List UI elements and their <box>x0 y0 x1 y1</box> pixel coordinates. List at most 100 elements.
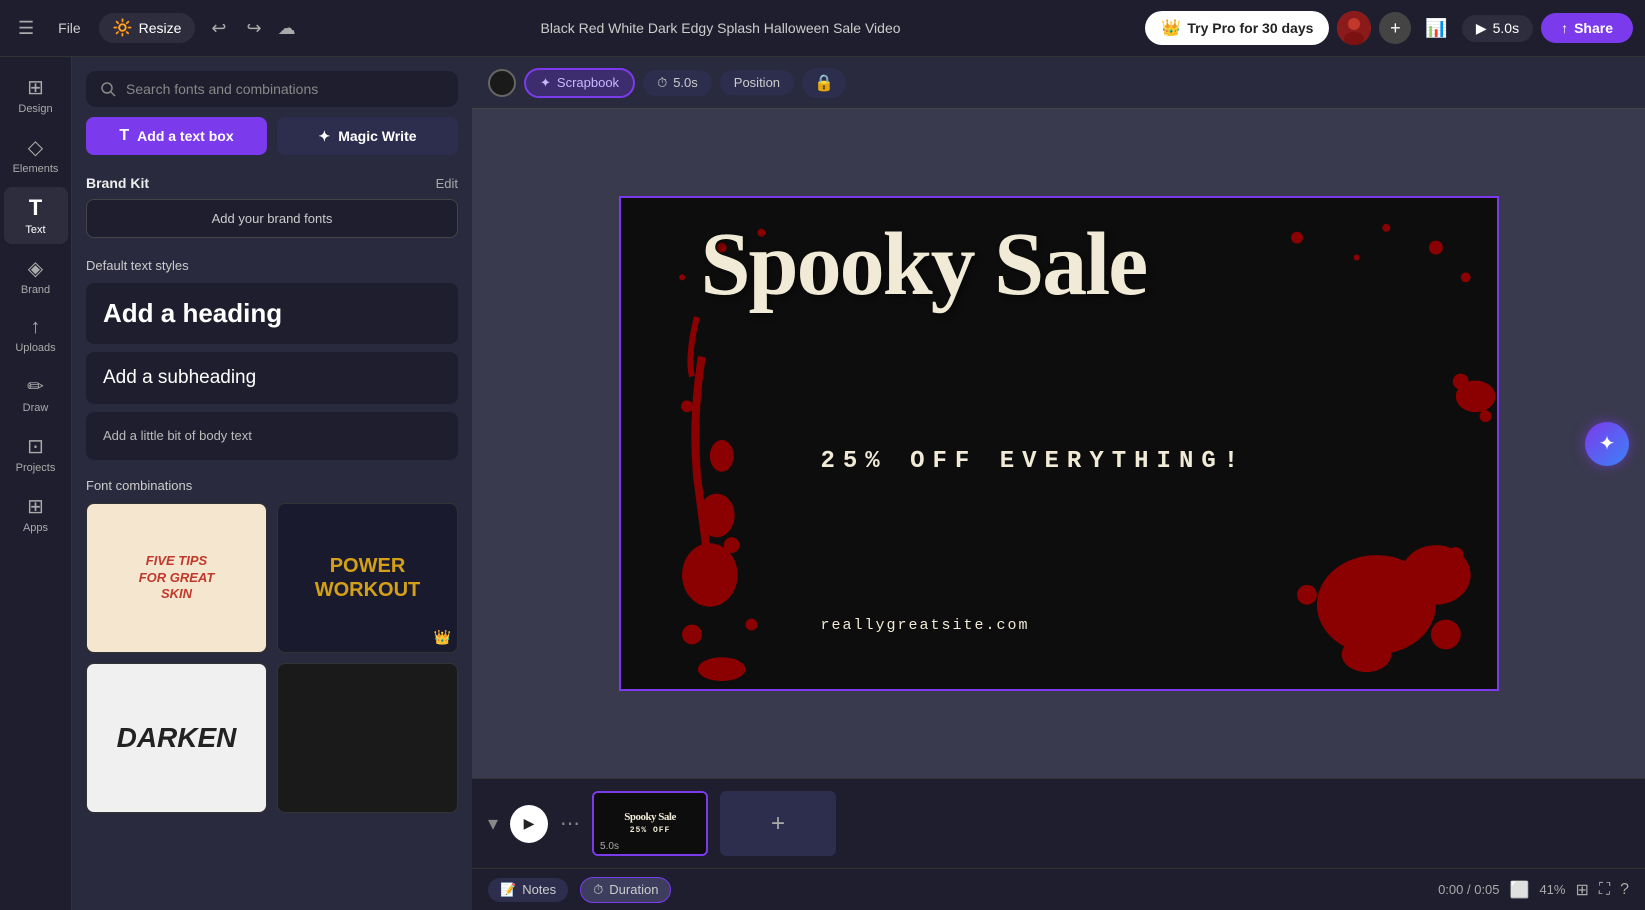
magic-write-label: Magic Write <box>338 128 416 144</box>
sidebar-item-design[interactable]: ⊞ Design <box>4 67 68 123</box>
canvas-area: ✦ Scrapbook ⏱ 5.0s Position 🔒 <box>472 57 1645 910</box>
chart-icon[interactable]: 📊 <box>1419 12 1453 45</box>
add-slide-button[interactable]: + <box>720 791 836 856</box>
heading-style-item[interactable]: Add a heading <box>86 283 458 344</box>
slide-time-label: 5.0s <box>600 841 619 852</box>
notes-button[interactable]: 📝 Notes <box>488 878 568 902</box>
sidebar-item-elements[interactable]: ◇ Elements <box>4 127 68 183</box>
draw-icon: ✏ <box>27 374 44 399</box>
font-combo-4[interactable] <box>277 663 458 813</box>
color-picker[interactable] <box>488 69 516 97</box>
crown-icon: 👑 <box>1161 18 1181 38</box>
ai-magic-button[interactable]: ✦ <box>1585 422 1629 466</box>
sidebar-item-label-text: Text <box>25 224 45 236</box>
time-button[interactable]: ⏱ 5.0s <box>643 70 712 96</box>
filmstrip-hide-btn[interactable]: ⋯ <box>560 811 580 836</box>
slide-mini-title: Spooky Sale25% OFF <box>624 811 676 836</box>
lock-icon: 🔒 <box>814 73 834 93</box>
notes-icon: 📝 <box>500 882 516 898</box>
spooky-title: Spooky Sale <box>701 218 1477 313</box>
font-combo-2-text: POWERWORKOUT <box>315 554 421 602</box>
redo-button[interactable]: ↪ <box>239 14 270 43</box>
zoom-level: 41% <box>1539 882 1565 897</box>
filmstrip-collapse-icon[interactable]: ▾ <box>488 811 498 836</box>
url-text: reallygreatsite.com <box>821 617 1030 634</box>
text-box-icon: T <box>119 127 129 145</box>
share-icon: ↑ <box>1561 20 1568 36</box>
url-group: reallygreatsite.com <box>821 617 1030 634</box>
status-right-group: 0:00 / 0:05 ⬜ 41% ⊞ ⛶ ? <box>1438 880 1629 900</box>
resize-label: Resize <box>139 20 182 36</box>
scrapbook-button[interactable]: ✦ Scrapbook <box>524 68 635 98</box>
magic-write-button[interactable]: ✦ Magic Write <box>277 117 458 155</box>
menu-icon[interactable]: ☰ <box>12 12 40 45</box>
scrapbook-label: Scrapbook <box>557 75 619 90</box>
screen-icon[interactable]: ⬜ <box>1510 880 1530 900</box>
help-icon[interactable]: ? <box>1620 881 1629 899</box>
sidebar-item-label-brand: Brand <box>21 284 50 296</box>
timer-play-icon: ▶ <box>1476 20 1487 37</box>
sidebar-item-text[interactable]: T Text <box>4 187 68 244</box>
user-avatar[interactable] <box>1337 11 1371 45</box>
main-layout: ⊞ Design ◇ Elements T Text ◈ Brand ↑ Upl… <box>0 57 1645 910</box>
crown-badge-icon: 👑 <box>434 629 451 646</box>
undo-button[interactable]: ↩ <box>203 14 234 43</box>
duration-label: Duration <box>609 882 658 897</box>
position-button[interactable]: Position <box>720 70 794 95</box>
sidebar-item-label-projects: Projects <box>16 462 56 474</box>
sidebar-item-draw[interactable]: ✏ Draw <box>4 366 68 422</box>
apps-icon: ⊞ <box>27 494 44 519</box>
sidebar-item-label-uploads: Uploads <box>15 342 55 354</box>
time-icon: ⏱ <box>657 75 667 91</box>
canvas[interactable]: Spooky Sale 25% OFF EVERYTHING! reallygr… <box>619 196 1499 691</box>
fullscreen-icon[interactable]: ⛶ <box>1599 881 1610 899</box>
file-menu[interactable]: File <box>48 14 91 42</box>
pro-button[interactable]: 👑 Try Pro for 30 days <box>1145 11 1329 45</box>
canvas-content: Spooky Sale 25% OFF EVERYTHING! reallygr… <box>621 198 1497 689</box>
play-icon: ▶ <box>524 815 535 832</box>
add-text-box-button[interactable]: T Add a text box <box>86 117 267 155</box>
action-buttons: T Add a text box ✦ Magic Write <box>86 117 458 155</box>
add-brand-fonts-button[interactable]: Add your brand fonts <box>86 199 458 238</box>
uploads-icon: ↑ <box>31 316 41 339</box>
font-combo-1[interactable]: FIVE TIPSFOR GREATSKIN <box>86 503 267 653</box>
font-combinations-grid: FIVE TIPSFOR GREATSKIN POWERWORKOUT 👑 DA… <box>86 503 458 813</box>
resize-emoji: 🔆 <box>113 18 133 38</box>
position-label: Position <box>734 75 780 90</box>
search-bar <box>86 71 458 107</box>
brand-kit-edit[interactable]: Edit <box>436 176 458 191</box>
body-style-item[interactable]: Add a little bit of body text <box>86 412 458 460</box>
duration-button[interactable]: ⏱ Duration <box>580 877 671 903</box>
pro-label: Try Pro for 30 days <box>1187 20 1313 36</box>
brand-kit-header: Brand Kit Edit <box>72 169 472 199</box>
canvas-toolbar: ✦ Scrapbook ⏱ 5.0s Position 🔒 <box>472 57 1645 109</box>
add-account-button[interactable]: + <box>1379 12 1411 44</box>
design-icon: ⊞ <box>27 75 44 100</box>
time-label: 5.0s <box>673 75 698 90</box>
canvas-wrapper: Spooky Sale 25% OFF EVERYTHING! reallygr… <box>472 109 1645 778</box>
font-combo-3[interactable]: DARKEN <box>86 663 267 813</box>
subtitle-text: 25% OFF EVERYTHING! <box>821 448 1247 475</box>
search-input[interactable] <box>126 81 444 97</box>
scrapbook-icon: ✦ <box>540 75 551 91</box>
grid-icon[interactable]: ⊞ <box>1575 880 1588 900</box>
sidebar-item-apps[interactable]: ⊞ Apps <box>4 486 68 542</box>
share-label: Share <box>1574 20 1613 36</box>
sidebar-item-label-draw: Draw <box>23 402 49 414</box>
subheading-label: Add a subheading <box>103 367 256 388</box>
subheading-style-item[interactable]: Add a subheading <box>86 352 458 404</box>
sidebar-item-uploads[interactable]: ↑ Uploads <box>4 308 68 362</box>
play-button[interactable]: ▶ <box>510 805 548 843</box>
timer-button[interactable]: ▶ 5.0s <box>1462 15 1533 42</box>
cloud-icon[interactable]: ☁ <box>278 18 296 39</box>
slide-thumbnail-1[interactable]: Spooky Sale25% OFF 5.0s <box>592 791 708 856</box>
font-combo-2[interactable]: POWERWORKOUT 👑 <box>277 503 458 653</box>
notes-label: Notes <box>522 882 556 897</box>
document-title: Black Red White Dark Edgy Splash Hallowe… <box>304 20 1138 36</box>
lock-button[interactable]: 🔒 <box>802 68 846 98</box>
resize-button[interactable]: 🔆 Resize <box>99 13 196 43</box>
share-button[interactable]: ↑ Share <box>1541 13 1633 43</box>
default-text-styles-label: Default text styles <box>72 252 472 283</box>
sidebar-item-projects[interactable]: ⊡ Projects <box>4 426 68 482</box>
sidebar-item-brand[interactable]: ◈ Brand <box>4 248 68 304</box>
